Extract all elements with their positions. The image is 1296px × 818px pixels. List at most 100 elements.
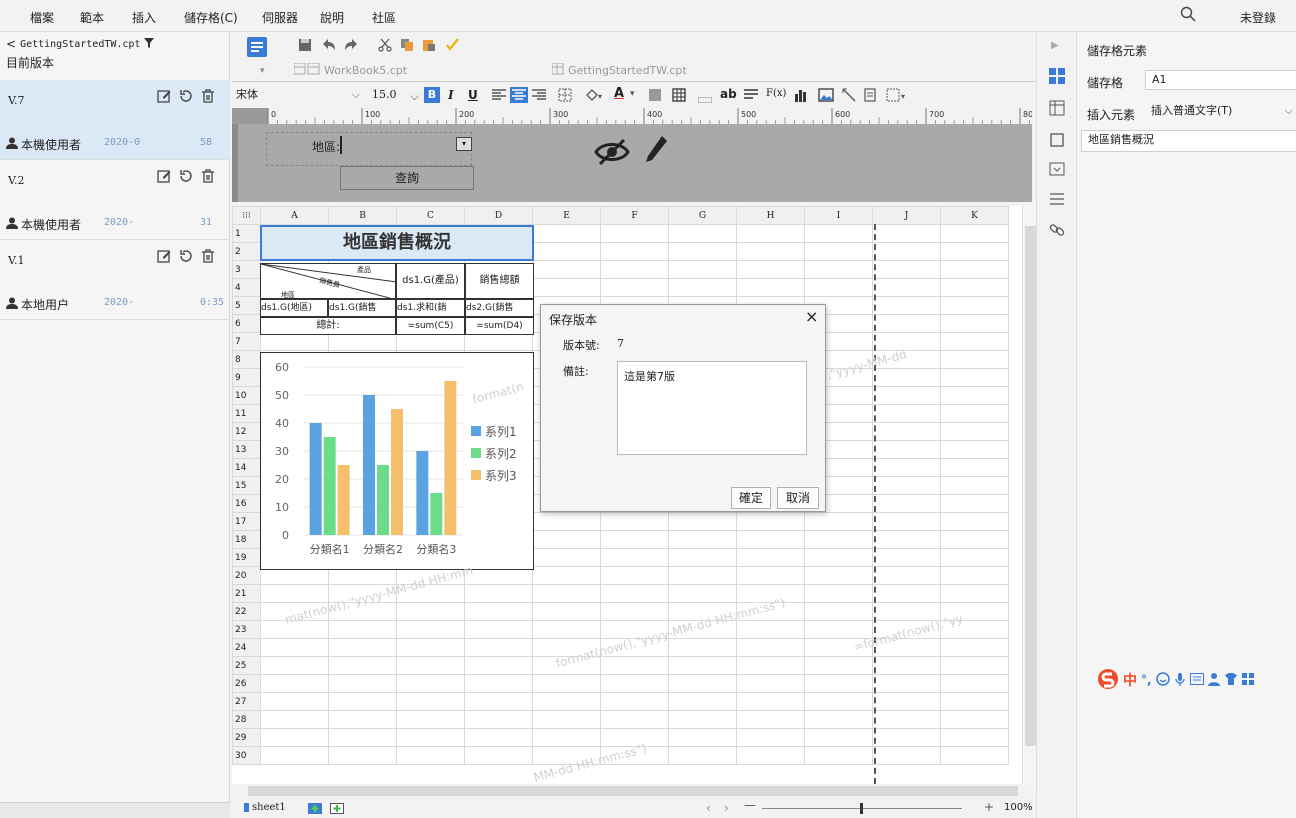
column-header[interactable]: H (736, 206, 805, 225)
italic-button[interactable]: I (448, 88, 454, 102)
grid-cell[interactable] (668, 278, 737, 297)
grid-cell[interactable] (940, 476, 1009, 495)
grid-cell[interactable] (600, 692, 669, 711)
filter-icon[interactable] (144, 37, 155, 51)
grid-cell[interactable] (668, 566, 737, 585)
cell-b4[interactable]: ds1.G(銷售 (328, 299, 396, 317)
grid-cell[interactable] (532, 692, 601, 711)
formula-button[interactable]: F(x) (766, 88, 786, 99)
grid-cell[interactable] (532, 260, 601, 279)
grid-cell[interactable] (464, 728, 533, 747)
grid-cell[interactable] (804, 566, 873, 585)
cell-attribute-icon[interactable] (1049, 100, 1065, 119)
cell-element-icon[interactable] (1049, 68, 1065, 87)
grid-cell[interactable] (736, 746, 805, 765)
column-header[interactable]: D (464, 206, 533, 225)
row-header[interactable]: 27 (232, 692, 261, 711)
ime-voice-icon[interactable] (1174, 672, 1186, 689)
grid-cell[interactable] (668, 692, 737, 711)
grid-corner[interactable]: ⁝⁝⁝ (232, 206, 261, 225)
grid-cell[interactable] (872, 422, 941, 441)
close-icon[interactable]: × (805, 307, 818, 326)
ime-menu-icon[interactable] (1241, 672, 1254, 688)
grid-cell[interactable] (600, 710, 669, 729)
grid-cell[interactable] (940, 674, 1009, 693)
grid-cell[interactable] (736, 566, 805, 585)
grid-cell[interactable] (940, 548, 1009, 567)
grid-cell[interactable] (940, 494, 1009, 513)
report-title-cell[interactable]: 地區銷售概況 (260, 225, 534, 261)
grid-cell[interactable] (872, 476, 941, 495)
edit-icon[interactable] (156, 88, 172, 104)
grid-cell[interactable] (736, 530, 805, 549)
menu-help[interactable]: 說明 (320, 9, 344, 26)
grid-cell[interactable] (940, 512, 1009, 531)
column-header[interactable]: C (396, 206, 465, 225)
grid-cell[interactable] (804, 692, 873, 711)
grid-cell[interactable] (940, 746, 1009, 765)
menu-insert[interactable]: 插入 (132, 9, 156, 26)
paste-icon[interactable] (422, 38, 436, 55)
grid-cell[interactable] (736, 512, 805, 531)
grid-cell[interactable] (736, 242, 805, 261)
cell-d4[interactable]: ds2.G(銷售 (465, 299, 534, 317)
delete-icon[interactable] (200, 88, 216, 104)
grid-cell[interactable] (668, 260, 737, 279)
fill-color-icon[interactable]: ▾ (584, 88, 604, 105)
ime-keyboard-icon[interactable] (1189, 672, 1204, 688)
border-icon[interactable] (558, 88, 574, 105)
collapse-arrow-icon[interactable]: ▶ (1051, 40, 1059, 51)
grid-cell[interactable] (668, 584, 737, 603)
grid-cell[interactable] (736, 674, 805, 693)
version-item[interactable]: V.1 本地用户 2020- 0:35 (0, 240, 230, 320)
grid-cell[interactable] (940, 296, 1009, 315)
ime-emoji-icon[interactable] (1155, 671, 1170, 689)
grid-cell[interactable] (396, 620, 465, 639)
version-item[interactable]: V.7 本機使用者 2020-0 58 (0, 80, 230, 160)
row-header[interactable]: 26 (232, 674, 261, 693)
row-header[interactable]: 12 (232, 422, 261, 441)
grid-cell[interactable] (260, 674, 329, 693)
redo-icon[interactable] (344, 38, 358, 55)
row-header[interactable]: 22 (232, 602, 261, 621)
grid-cell[interactable] (396, 332, 465, 351)
grid-cell[interactable] (396, 602, 465, 621)
restore-icon[interactable] (178, 168, 194, 184)
grid-cell[interactable] (532, 710, 601, 729)
slash-icon[interactable] (842, 88, 856, 105)
grid-cell[interactable] (872, 494, 941, 513)
edit-icon[interactable] (156, 248, 172, 264)
grid-cell[interactable] (872, 566, 941, 585)
grid-cell[interactable] (940, 368, 1009, 387)
format-painter-icon[interactable] (444, 37, 460, 56)
widget-dropdown-icon[interactable]: ▾ (886, 88, 908, 105)
column-header[interactable]: I (804, 206, 873, 225)
grid-cell[interactable] (600, 278, 669, 297)
grid-cell[interactable] (668, 746, 737, 765)
grid-cell[interactable] (328, 728, 397, 747)
grid-cell[interactable] (464, 332, 533, 351)
note-textarea[interactable]: 這是第7版 (617, 361, 807, 455)
restore-icon[interactable] (178, 88, 194, 104)
grid-cell[interactable] (260, 710, 329, 729)
grid-cell[interactable] (396, 728, 465, 747)
grid-cell[interactable] (804, 278, 873, 297)
grid-cell[interactable] (872, 674, 941, 693)
column-header[interactable]: F (600, 206, 669, 225)
row-header[interactable]: 15 (232, 476, 261, 495)
grid-cell[interactable] (532, 674, 601, 693)
grid-cell[interactable] (736, 692, 805, 711)
param-handle[interactable] (232, 124, 238, 202)
grid-cell[interactable] (260, 584, 329, 603)
horizontal-scroll-thumb[interactable] (248, 786, 1018, 796)
ime-skin-icon[interactable] (1224, 672, 1238, 689)
grid-cell[interactable] (600, 674, 669, 693)
grid-cell[interactable] (804, 620, 873, 639)
save-icon[interactable] (298, 38, 312, 55)
chart-icon[interactable] (794, 88, 808, 105)
column-header[interactable]: K (940, 206, 1009, 225)
grid-cell[interactable] (532, 278, 601, 297)
grid-cell[interactable] (940, 386, 1009, 405)
grid-cell[interactable] (668, 242, 737, 261)
grid-cell[interactable] (940, 710, 1009, 729)
